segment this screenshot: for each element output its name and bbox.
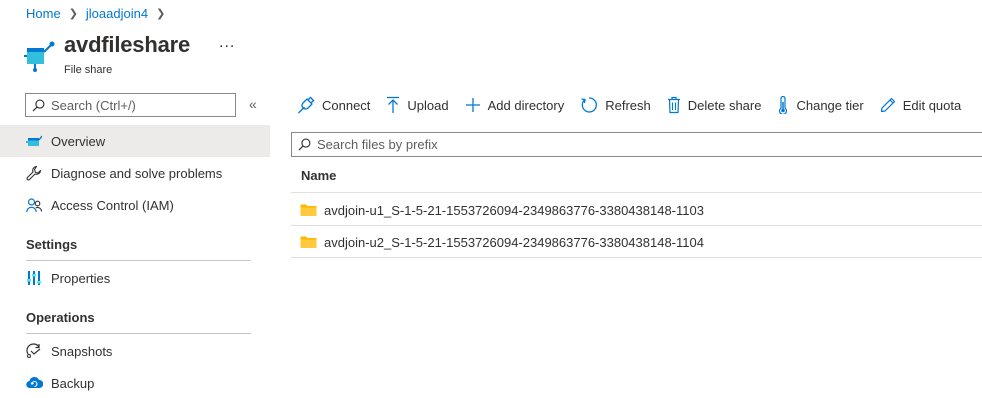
people-icon (25, 196, 43, 214)
add-directory-button[interactable]: Add directory (465, 97, 565, 113)
snapshot-icon (25, 342, 43, 360)
divider (26, 260, 251, 261)
sidebar-search-input[interactable] (51, 97, 231, 113)
folder-icon (300, 204, 317, 216)
refresh-button[interactable]: Refresh (580, 96, 651, 114)
edit-quota-label: Edit quota (902, 97, 962, 113)
connect-label: Connect (322, 97, 371, 113)
table-row[interactable]: avdjoin-u2_S-1-5-21-1553726094-234986377… (291, 226, 982, 258)
search-icon (298, 138, 311, 151)
file-name: avdjoin-u2_S-1-5-21-1553726094-234986377… (324, 234, 704, 250)
breadcrumb: Home ❯ jloaadjoin4 ❯ (26, 6, 173, 21)
more-options-button[interactable]: ... (219, 34, 235, 52)
file-share-icon (25, 132, 43, 150)
search-icon (32, 99, 45, 111)
properties-icon (25, 269, 43, 287)
upload-arrow-icon (387, 96, 400, 113)
sidebar-item-label: Diagnose and solve problems (51, 165, 223, 181)
page-subtitle: File share (64, 64, 113, 76)
section-heading-operations: Operations (26, 310, 95, 325)
change-tier-label: Change tier (796, 97, 864, 113)
thermometer-icon (779, 96, 788, 114)
breadcrumb-separator-icon: ❯ (68, 8, 78, 20)
breadcrumb-home-link[interactable]: Home (26, 6, 61, 21)
change-tier-button[interactable]: Change tier (777, 96, 864, 114)
upload-label: Upload (407, 97, 449, 113)
sidebar-item-label: Overview (51, 133, 106, 149)
sidebar-item-label: Snapshots (51, 343, 113, 359)
file-share-icon (24, 41, 55, 72)
files-search-box (291, 132, 982, 157)
sidebar-item-snapshots[interactable]: Snapshots (0, 335, 270, 367)
sidebar-item-label: Backup (51, 375, 95, 391)
backup-cloud-icon (25, 374, 43, 392)
column-header-name[interactable]: Name (301, 168, 336, 183)
page-title: avdfileshare (64, 32, 191, 57)
plug-icon (298, 96, 315, 114)
sidebar-item-label: Properties (51, 270, 111, 286)
collapse-sidebar-button[interactable]: « (249, 96, 257, 112)
sidebar-item-diagnose[interactable]: Diagnose and solve problems (0, 157, 270, 189)
sidebar-item-backup[interactable]: Backup (0, 367, 270, 398)
add-directory-label: Add directory (487, 97, 565, 113)
divider (26, 333, 251, 334)
edit-quota-button[interactable]: Edit quota (880, 97, 962, 113)
table-row[interactable]: avdjoin-u1_S-1-5-21-1553726094-234986377… (291, 194, 982, 226)
breadcrumb-jloaadjoin4-link[interactable]: jloaadjoin4 (86, 6, 148, 21)
refresh-label: Refresh (605, 97, 651, 113)
pencil-icon (880, 97, 895, 113)
breadcrumb-separator-icon: ❯ (156, 8, 166, 20)
sidebar-item-label: Access Control (IAM) (51, 197, 174, 213)
trash-icon (667, 96, 680, 114)
sidebar-item-overview[interactable]: Overview (0, 125, 270, 157)
file-name: avdjoin-u1_S-1-5-21-1553726094-234986377… (324, 202, 704, 218)
wrench-icon (25, 164, 43, 182)
divider (291, 257, 982, 258)
sidebar-item-properties[interactable]: Properties (0, 262, 270, 294)
folder-icon (300, 236, 317, 248)
sidebar-search-box (25, 93, 236, 117)
sidebar-item-access-control[interactable]: Access Control (IAM) (0, 189, 270, 221)
divider (291, 192, 982, 193)
connect-button[interactable]: Connect (297, 96, 370, 114)
upload-button[interactable]: Upload (386, 96, 449, 114)
plus-icon (465, 98, 480, 112)
delete-share-button[interactable]: Delete share (667, 96, 762, 114)
files-search-input[interactable] (317, 137, 917, 152)
refresh-icon (581, 97, 598, 113)
section-heading-settings: Settings (26, 237, 78, 252)
command-bar: Connect Upload Add directory Refresh Del… (297, 92, 977, 118)
delete-share-label: Delete share (687, 97, 762, 113)
